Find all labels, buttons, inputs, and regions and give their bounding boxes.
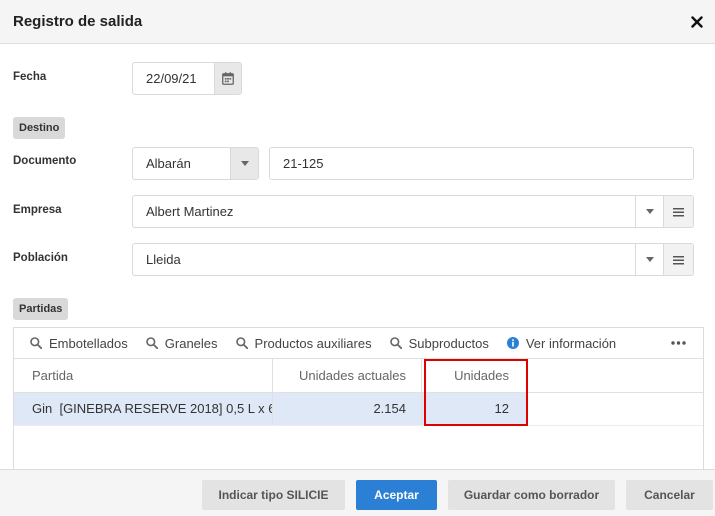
more-options-icon[interactable] [671, 341, 686, 345]
graneles-button[interactable]: Graneles [145, 335, 218, 351]
column-header-partida[interactable]: Partida [14, 359, 273, 392]
search-icon [235, 337, 248, 349]
partida-cell[interactable]: Gin [GINEBRA RESERVE 2018] 0,5 L x 6 [14, 393, 273, 425]
grid-toolbar: Embotellados Graneles Productos auxiliar… [14, 328, 703, 359]
productos-auxiliares-button[interactable]: Productos auxiliares [235, 335, 372, 351]
column-header-unidades[interactable]: Unidades [422, 359, 528, 392]
empresa-combo: Albert Martinez [132, 195, 694, 228]
empresa-input[interactable]: Albert Martinez [133, 196, 635, 227]
embotellados-label: Embotellados [49, 335, 128, 351]
poblacion-input[interactable]: Lleida [133, 244, 635, 275]
empresa-dropdown-button[interactable] [635, 196, 663, 227]
partidas-grid: Embotellados Graneles Productos auxiliar… [13, 327, 704, 477]
embotellados-button[interactable]: Embotellados [30, 336, 128, 351]
column-header-unidades-actuales[interactable]: Unidades actuales [273, 359, 422, 392]
empresa-list-button[interactable] [663, 196, 693, 227]
calendar-button[interactable] [214, 63, 241, 94]
documento-label: Documento [13, 155, 77, 167]
search-icon [30, 337, 42, 349]
row-filler [528, 393, 703, 425]
subproductos-label: Subproductos [408, 335, 489, 351]
chevron-down-icon [645, 209, 654, 214]
empresa-label: Empresa [13, 204, 62, 216]
documento-numero-value: 21-125 [283, 156, 324, 171]
documento-tipo-dropdown-button[interactable] [230, 148, 258, 179]
list-icon [673, 255, 684, 264]
column-header-filler [528, 359, 703, 392]
table-row[interactable]: Gin [GINEBRA RESERVE 2018] 0,5 L x 6 2.1… [14, 393, 703, 426]
info-icon [506, 337, 519, 349]
productos-auxiliares-label: Productos auxiliares [254, 335, 372, 351]
calendar-icon [222, 72, 234, 85]
fecha-input[interactable]: 22/09/21 [133, 63, 214, 94]
documento-tipo-value: Albarán [146, 156, 191, 171]
documento-numero-field[interactable]: 21-125 [269, 147, 694, 180]
poblacion-list-button[interactable] [663, 244, 693, 275]
poblacion-dropdown-button[interactable] [635, 244, 663, 275]
documento-tipo-select[interactable]: Albarán [132, 147, 259, 180]
search-icon [389, 337, 402, 349]
dialog-header: Registro de salida [0, 0, 715, 44]
unidades-actuales-cell: 2.154 [273, 393, 422, 425]
chevron-down-icon [240, 161, 249, 166]
indicar-tipo-silicie-button[interactable]: Indicar tipo SILICIE [202, 480, 345, 510]
ver-informacion-button[interactable]: Ver información [506, 335, 617, 351]
cancelar-button[interactable]: Cancelar [626, 480, 713, 510]
guardar-como-borrador-button[interactable]: Guardar como borrador [448, 480, 615, 510]
dialog-footer: Indicar tipo SILICIE Aceptar Guardar com… [0, 469, 715, 516]
chevron-down-icon [645, 257, 654, 262]
fecha-label: Fecha [13, 71, 47, 83]
dialog-title: Registro de salida [13, 13, 143, 30]
poblacion-label: Población [13, 252, 68, 264]
destino-section-title: Destino [13, 117, 66, 139]
poblacion-combo: Lleida [132, 243, 694, 276]
ver-informacion-label: Ver información [525, 335, 617, 351]
graneles-label: Graneles [164, 335, 218, 351]
subproductos-button[interactable]: Subproductos [389, 335, 489, 351]
unidades-cell[interactable]: 12 [422, 393, 528, 425]
grid-header-row: Partida Unidades actuales Unidades [14, 359, 703, 393]
aceptar-button[interactable]: Aceptar [356, 480, 437, 510]
search-icon [145, 337, 158, 349]
close-icon[interactable] [691, 16, 703, 28]
fecha-date-field: 22/09/21 [132, 62, 242, 95]
partidas-section-title: Partidas [13, 298, 69, 320]
list-icon [673, 207, 684, 216]
